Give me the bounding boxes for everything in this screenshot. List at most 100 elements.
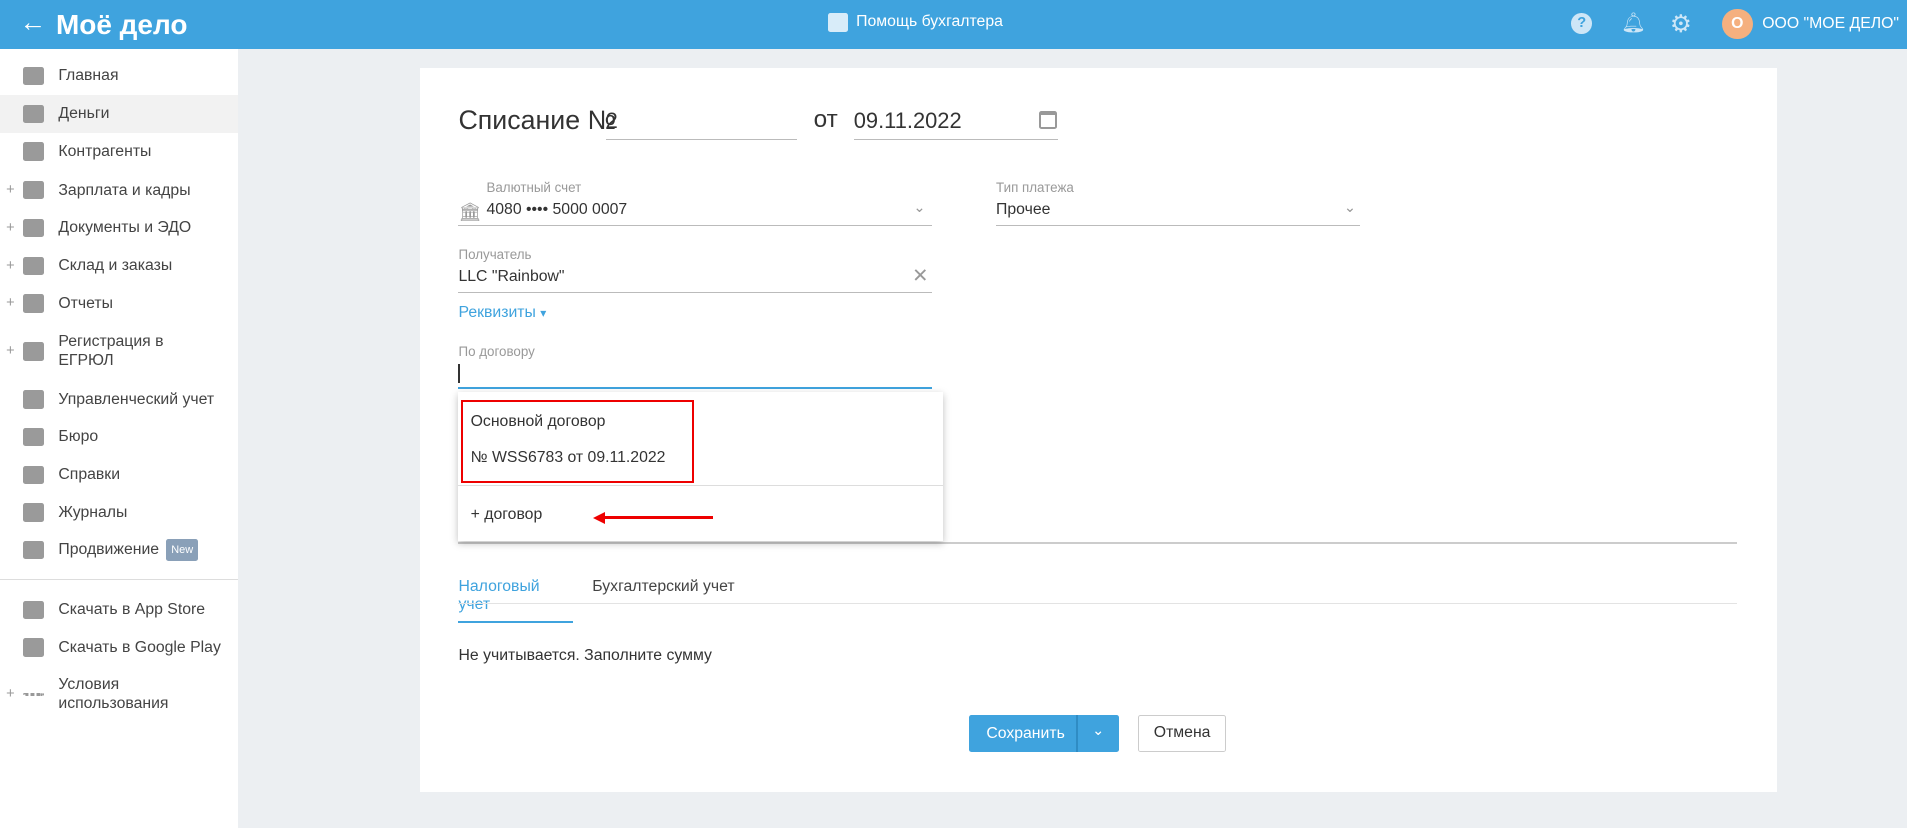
split-divider [1076,715,1078,752]
registration-icon [23,342,44,361]
recipient-label: Получатель [458,246,532,262]
chevron-down-icon[interactable]: ⌄ [1344,199,1356,216]
cancel-button[interactable]: Отмена [1138,715,1226,752]
wallet-icon [23,181,44,200]
date-prefix: от [813,105,838,133]
sidebar-item-label: Регистрация в ЕГРЮЛ [58,333,164,370]
more-icon [23,692,44,697]
save-button[interactable]: Сохранить [986,725,1065,743]
sidebar-item-label: Документы и ЭДО [58,219,192,237]
recipient-input[interactable]: LLC "Rainbow" [458,268,564,286]
sidebar-item[interactable]: Деньги [0,94,239,133]
journal-icon [23,503,44,522]
add-contract-option[interactable]: + договор [471,506,543,524]
sidebar-item-label: Журналы [58,503,128,521]
contract-dropdown: Основной договор № WSS6783 от 09.11.2022… [458,391,943,542]
back-arrow-icon[interactable]: ← [19,7,46,38]
account-value[interactable]: 4080 •••• 5000 0007 [486,201,627,219]
red-arrow-annotation [593,511,713,524]
sidebar-item[interactable]: + Отчеты [0,285,238,323]
calendar-icon[interactable] [1038,110,1057,129]
sidebar-item-label: Продвижение New [58,539,198,562]
chevron-down-icon[interactable]: ⌄ [1092,722,1104,739]
tab-bookkeeping[interactable]: Бухгалтерский учет [592,578,734,596]
save-button-group: Сохранить ⌄ [969,715,1119,752]
expand-icon[interactable]: + [6,343,15,359]
tabs-underline [458,603,1737,605]
reference-icon [23,465,44,485]
recipient-underline [458,291,932,294]
expand-icon[interactable]: + [6,295,15,311]
sidebar-item[interactable]: Продвижение New [0,531,238,569]
gear-icon[interactable]: ⚙ [1670,9,1692,39]
apple-icon [23,600,44,620]
sidebar-divider [0,578,239,581]
help-icon[interactable]: ? [1571,13,1592,35]
details-link-label: Реквизиты [458,304,536,322]
chevron-down-icon: ▾ [540,306,547,321]
account-underline [458,224,932,227]
write-off-form: Списание № 2 от 09.11.2022 Валютный счет… [419,68,1777,792]
money-icon [23,104,44,123]
top-bar: ← Моё дело Помощь бухгалтера ? 🔔︎ ⚙ О ОО… [0,0,1907,49]
details-link[interactable]: Реквизиты ▾ [458,304,546,322]
sidebar-item[interactable]: + Зарплата и кадры [0,171,238,209]
sidebar-item[interactable]: Контрагенты [0,133,238,171]
avatar[interactable]: О [1722,8,1753,39]
chevron-down-icon[interactable]: ⌄ [913,199,925,216]
sidebar-item-label: Бюро [58,428,99,446]
sidebar-item-label: Справки [58,466,121,484]
sidebar-item[interactable]: Управленческий учет [0,381,238,419]
briefcase-icon [23,428,44,447]
bell-icon[interactable]: 🔔︎ [1621,11,1646,35]
expand-icon[interactable]: + [6,258,15,274]
google-play-icon [23,638,44,657]
sidebar-item[interactable]: Бюро [0,418,238,456]
contractor-icon [23,142,44,161]
contract-label: По договору [458,344,535,360]
clear-icon[interactable]: ✕ [912,264,928,288]
expand-icon[interactable]: + [6,220,15,236]
payment-type-select[interactable]: Прочее [996,201,1050,219]
sidebar-item[interactable]: + Регистрация в ЕГРЮЛ [0,327,238,376]
sidebar-item[interactable]: Главная [0,57,238,95]
ruble-icon [23,390,44,409]
sidebar-item-label: Скачать в Google Play [58,638,221,656]
text-cursor [458,363,460,384]
payment-type-label: Тип платежа [996,179,1074,195]
company-name[interactable]: ООО "МОЕ ДЕЛО" [1762,15,1899,33]
sidebar-item[interactable]: Справки [0,456,238,494]
tax-note: Не учитывается. Заполните сумму [458,647,712,664]
highlight-box [460,400,695,483]
sidebar-item-label: Контрагенты [58,142,152,160]
report-icon [23,294,44,313]
sidebar-bottom-item[interactable]: Скачать в App Store [0,591,238,629]
sidebar-item[interactable]: Журналы [0,494,238,532]
sidebar-item-label: Склад и заказы [58,256,173,274]
sidebar-item-label: Зарплата и кадры [58,181,191,199]
sidebar-item[interactable]: + Документы и ЭДО [0,209,238,247]
new-badge: New [166,539,198,562]
expand-icon[interactable]: + [6,686,15,702]
sidebar-bottom-item[interactable]: Скачать в Google Play [0,629,238,667]
tab-tax-accounting[interactable]: Налоговый учет [458,578,573,623]
contract-input[interactable] [458,363,932,390]
number-input[interactable]: 2 [605,105,797,140]
promotion-icon [23,541,44,560]
sidebar-item-label: Деньги [58,104,110,122]
home-icon [23,66,44,86]
sidebar-item-label: Скачать в App Store [58,601,206,619]
section-divider [458,542,1737,544]
sidebar-item-label: Отчеты [58,294,113,312]
cash-register-icon [828,13,848,32]
sidebar-item-label: Управленческий учет [58,390,215,408]
logo[interactable]: Моё дело [56,9,188,41]
expand-icon[interactable]: + [6,182,15,198]
payment-type-underline [996,224,1360,227]
date-input[interactable]: 09.11.2022 [853,105,1059,140]
sidebar-bottom-item[interactable]: + Условия использования [0,670,238,719]
dropdown-divider [458,485,943,487]
sidebar-item[interactable]: + Склад и заказы [0,247,238,285]
help-accountant-button[interactable]: Помощь бухгалтера [828,13,1003,32]
sidebar-item-label: Условия использования [58,675,169,713]
